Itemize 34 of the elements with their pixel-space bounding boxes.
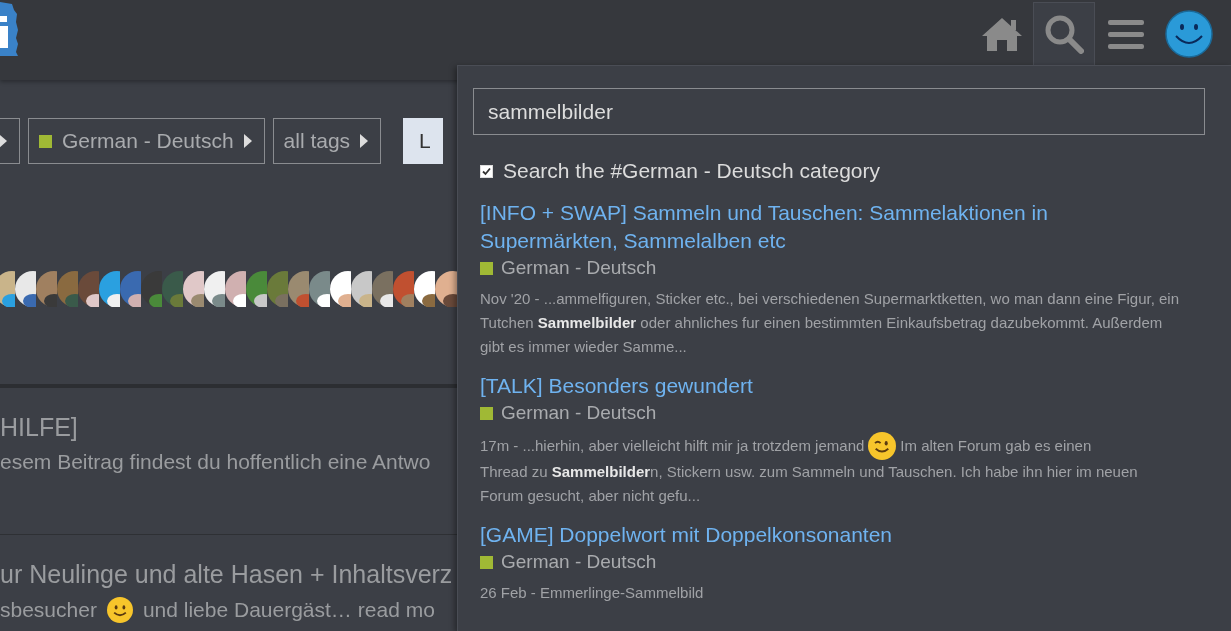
scope-checkbox[interactable] (480, 164, 493, 178)
result-title-link[interactable]: [GAME] Doppelwort mit Doppelkonsonanten (480, 521, 1120, 549)
result-excerpt: 26 Feb - Emmerlinge-Sammelbild (480, 584, 704, 601)
category-label: German - Deutsch (501, 401, 657, 425)
wink-emoji-icon (868, 432, 897, 460)
result-excerpt: Im alten Forum gab es einen (900, 436, 1092, 456)
search-button[interactable] (1033, 2, 1095, 65)
result-excerpt: 17m - ...hierhin, aber vielleicht hilft mir ja trotzdem jemand (480, 436, 865, 456)
topic-excerpt: sbesucher (0, 598, 97, 622)
read-more-link[interactable]: read mo (357, 598, 435, 622)
smile-emoji-icon (106, 597, 133, 623)
topic-excerpt: und liebe Dauergäst… (142, 598, 352, 622)
new-topic-button[interactable]: L (403, 118, 444, 164)
home-icon (981, 16, 1023, 52)
topic-title[interactable]: HILFE] (0, 412, 78, 442)
category-dropdown[interactable]: German - Deutsch (28, 118, 265, 164)
caret-icon (360, 134, 369, 148)
search-field[interactable]: sammelbilder (473, 88, 1205, 135)
topic-excerpt: esem Beitrag findest du hoffentlich eine Antwo (0, 450, 431, 474)
result-excerpt: Thread zu Sammelbildern, Stickern usw. zum Sammeln und Tauschen. Ich habe ihn hier im neuen Forum gesucht, aber nicht gefu... (480, 463, 1138, 504)
caret-icon (0, 134, 7, 148)
result-excerpt: Nov '20 - ...ammelfiguren, Sticker etc., bei verschiedenen Supermarktketten, wo man dann eine Figur, ein Tutchen Sammelbilder oder ahnliches fur einen bestimmten Einkaufsbetrag dazubekommt. Außerdem gibt es immer wieder Samme... (480, 290, 1180, 355)
scope-label: Search the #German - Deutsch category (503, 159, 880, 183)
search-icon (1044, 14, 1084, 54)
result-title-link[interactable]: [INFO + SWAP] Sammeln und Tauschen: Sammelaktionen in Supermärkten, Sammelalben etc (480, 199, 1120, 255)
category-label: German - Deutsch (501, 256, 657, 280)
avatar[interactable] (1165, 10, 1213, 58)
category-dropdown[interactable]: all tags (272, 118, 382, 164)
logo-icon (0, 0, 20, 58)
menu-icon (1108, 18, 1144, 50)
category-label: German - Deutsch (501, 550, 657, 574)
topic-title[interactable]: ur Neulinge und alte Hasen + Inhaltsverz (0, 559, 453, 589)
caret-icon (243, 134, 252, 148)
result-title-link[interactable]: [TALK] Besonders gewundert (480, 372, 1120, 400)
